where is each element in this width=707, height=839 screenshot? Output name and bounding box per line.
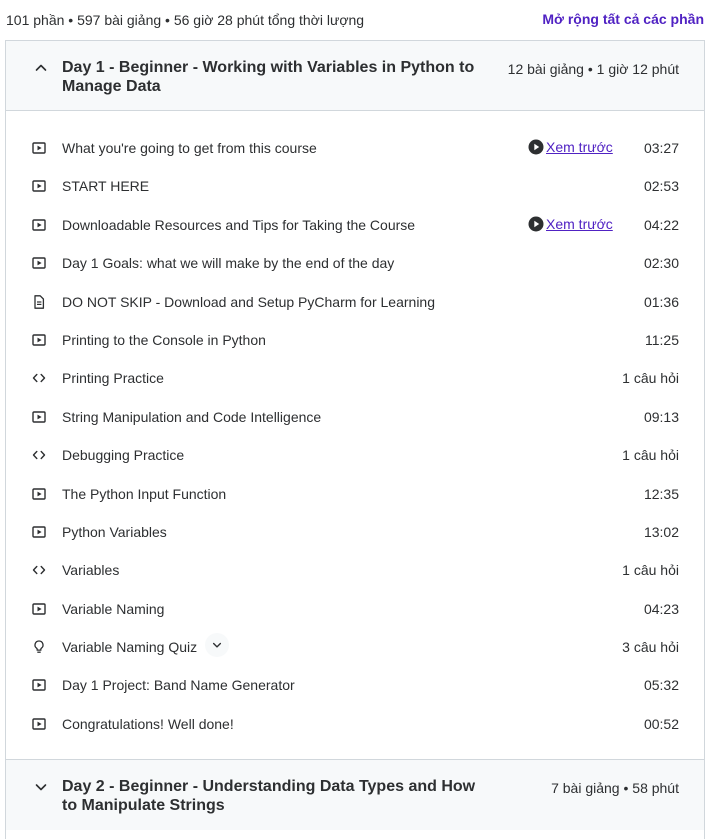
lecture-item[interactable]: Variable Naming Quiz 3 câu hỏi [6,628,704,666]
code-icon [31,562,47,578]
lecture-duration: 1 câu hỏi [622,370,679,387]
play-circle-icon [528,139,544,155]
section-title: Day 1 - Beginner - Working with Variable… [62,59,475,95]
code-icon [31,447,47,463]
lecture-list: What you're going to get from this cours… [6,111,704,743]
lecture-item[interactable]: Printing Practice 1 câu hỏi [6,359,704,397]
play-circle-icon [528,216,544,232]
lecture-duration: 02:30 [643,255,679,272]
lecture-title: START HERE [62,178,150,195]
video-icon [31,409,47,425]
video-icon [31,332,47,348]
lecture-item[interactable]: START HERE 02:53 [6,167,704,205]
preview-link[interactable]: Xem trước [528,139,613,155]
lecture-title: Printing to the Console in Python [62,331,266,348]
section-panel-day-1: Day 1 - Beginner - Working with Variable… [5,40,705,760]
lecture-item[interactable]: Downloadable Resources and Tips for Taki… [6,206,704,244]
lecture-duration: 1 câu hỏi [622,562,679,579]
lecture-duration: 11:25 [645,331,679,348]
lecture-title: Printing Practice [62,370,164,387]
lecture-item[interactable]: The Python Input Function 12:35 [6,475,704,513]
lecture-title: DO NOT SKIP - Download and Setup PyCharm… [62,293,435,310]
section-title: Day 2 - Beginner - Understanding Data Ty… [62,778,476,814]
code-icon [31,370,47,386]
lecture-item[interactable]: Variable Naming 04:23 [6,590,704,628]
lecture-title: What you're going to get from this cours… [62,140,317,156]
preview-link[interactable]: Xem trước [528,216,613,232]
video-icon [31,677,47,693]
lecture-title: Downloadable Resources and Tips for Taki… [62,216,416,233]
video-icon [31,217,47,233]
lecture-title: Variable Naming [62,600,165,617]
expand-description-button[interactable] [205,633,229,658]
lecture-item[interactable]: Printing to the Console in Python 11:25 [6,321,704,359]
lecture-item[interactable]: String Manipulation and Code Intelligenc… [6,398,704,436]
lecture-duration: 3 câu hỏi [622,639,679,656]
lecture-duration: 01:36 [643,293,679,310]
lecture-duration: 13:02 [643,523,679,540]
section-panel-day-2: Day 2 - Beginner - Understanding Data Ty… [5,759,705,839]
section-header-day-2[interactable]: Day 2 - Beginner - Understanding Data Ty… [6,760,704,830]
lecture-item[interactable]: Variables 1 câu hỏi [6,551,704,589]
lecture-title: Congratulations! Well done! [62,715,234,732]
lecture-item[interactable]: Congratulations! Well done! 00:52 [6,705,704,743]
lecture-item[interactable]: What you're going to get from this cours… [6,129,704,167]
video-icon [31,178,47,194]
preview-label: Xem trước [546,215,613,232]
lecture-duration: 03:27 [643,140,679,156]
lecture-title: Day 1 Project: Band Name Generator [62,677,295,694]
course-summary: 101 phần • 597 bài giảng • 56 giờ 28 phú… [6,12,365,28]
lecture-duration: 04:23 [643,600,679,617]
expand-all-sections-button[interactable]: Mở rộng tất cả các phần [542,11,704,27]
video-icon [31,601,47,617]
chevron-up-icon [35,64,47,71]
lecture-title: Python Variables [62,523,167,540]
preview-label: Xem trước [546,139,613,155]
lecture-title: The Python Input Function [62,485,227,502]
chevron-down-icon [35,784,47,791]
lecture-title: Debugging Practice [62,447,185,464]
section-meta: 12 bài giảng • 1 giờ 12 phút [507,61,679,77]
lecture-title: Variable Naming Quiz [62,639,198,656]
quiz-icon [31,639,47,655]
video-icon [31,255,47,271]
curriculum-topbar: 101 phần • 597 bài giảng • 56 giờ 28 phú… [0,0,707,40]
lecture-duration: 09:13 [643,408,679,425]
lecture-title: Day 1 Goals: what we will make by the en… [62,255,395,272]
video-icon [31,140,47,156]
lecture-duration: 04:22 [643,216,679,233]
lecture-item[interactable]: DO NOT SKIP - Download and Setup PyCharm… [6,283,704,321]
lecture-item[interactable]: Day 1 Goals: what we will make by the en… [6,244,704,282]
section-header-day-1[interactable]: Day 1 - Beginner - Working with Variable… [6,41,704,111]
lecture-item[interactable]: Day 1 Project: Band Name Generator 05:32 [6,666,704,704]
video-icon [31,716,47,732]
video-icon [31,486,47,502]
lecture-duration: 00:52 [643,715,679,732]
section-meta: 7 bài giảng • 58 phút [551,780,679,796]
lecture-title: String Manipulation and Code Intelligenc… [62,408,322,425]
lecture-duration: 1 câu hỏi [622,447,679,464]
lecture-item[interactable]: Python Variables 13:02 [6,513,704,551]
chevron-down-icon [212,642,222,648]
lecture-title: Variables [62,562,120,579]
lecture-duration: 02:53 [643,178,679,195]
lecture-duration: 12:35 [643,485,679,502]
file-icon [31,294,47,310]
lecture-item[interactable]: Debugging Practice 1 câu hỏi [6,436,704,474]
lecture-duration: 05:32 [643,677,679,694]
video-icon [31,524,47,540]
